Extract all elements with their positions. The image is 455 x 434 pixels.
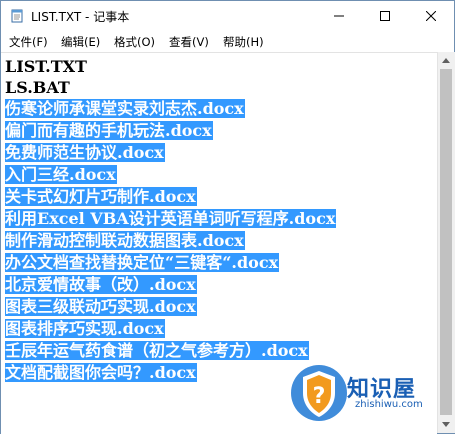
line-text: 免费师范生协议.docx	[5, 143, 165, 162]
text-line: LS.BAT	[5, 77, 70, 98]
line-text: 文档配截图你会吗？.docx	[5, 363, 197, 382]
line-text: LIST.TXT	[5, 57, 87, 76]
text-line-selected: 办公文档查找替换定位“三键客“.docx	[5, 252, 280, 273]
notepad-window: LIST.TXT - 记事本 文件(F) 编辑(E) 格式(O) 查看(V) 帮…	[0, 0, 455, 434]
menu-bar: 文件(F) 编辑(E) 格式(O) 查看(V) 帮助(H)	[1, 31, 454, 51]
line-text: 北京爱情故事（改）.docx	[5, 275, 197, 294]
text-line-selected: 免费师范生协议.docx	[5, 142, 165, 163]
close-button[interactable]	[408, 1, 454, 31]
window-title: LIST.TXT - 记事本	[31, 10, 130, 24]
menu-edit[interactable]: 编辑(E)	[61, 34, 100, 50]
close-icon	[426, 11, 436, 21]
line-text: 办公文档查找替换定位“三键客“.docx	[5, 253, 280, 272]
menu-format[interactable]: 格式(O)	[114, 34, 155, 50]
menu-help[interactable]: 帮助(H)	[223, 34, 264, 50]
line-text: 关卡式幻灯片巧制作.docx	[5, 187, 197, 206]
line-text: 入门三经.docx	[5, 165, 117, 184]
question-shield-icon: ?	[291, 365, 347, 421]
watermark-logo: ? 知识屋 zhishiwu.com	[289, 357, 449, 431]
text-line-selected: 文档配截图你会吗？.docx	[5, 362, 197, 383]
line-text: 利用Excel VBA设计英语单词听写程序.docx	[5, 209, 337, 228]
text-line-selected: 制作滑动控制联动数据图表.docx	[5, 230, 245, 251]
line-text: 偏门而有趣的手机玩法.docx	[5, 121, 213, 140]
text-line-selected: 关卡式幻灯片巧制作.docx	[5, 186, 197, 207]
text-line-selected: 伤寒论师承课堂实录刘志杰.docx	[5, 98, 245, 119]
text-line-selected: 入门三经.docx	[5, 164, 117, 185]
minimize-icon	[334, 15, 344, 17]
text-line-selected: 利用Excel VBA设计英语单词听写程序.docx	[5, 208, 337, 229]
maximize-icon	[380, 11, 390, 21]
text-line-selected: 图表三级联动巧实现.docx	[5, 296, 197, 317]
text-line: LIST.TXT	[5, 56, 87, 77]
line-text: 图表排序巧实现.docx	[5, 319, 165, 338]
menu-view[interactable]: 查看(V)	[169, 34, 209, 50]
text-line-selected: 图表排序巧实现.docx	[5, 318, 165, 339]
title-bar[interactable]: LIST.TXT - 记事本	[1, 1, 454, 31]
scroll-up-arrow-icon[interactable]	[442, 58, 450, 63]
line-text: 图表三级联动巧实现.docx	[5, 297, 197, 316]
svg-text:?: ?	[313, 384, 326, 409]
line-text: LS.BAT	[5, 78, 70, 97]
line-text: 壬辰年运气药食谱（初之气参考方）.docx	[5, 341, 309, 360]
line-text: 制作滑动控制联动数据图表.docx	[5, 231, 245, 250]
text-line-selected: 北京爱情故事（改）.docx	[5, 274, 197, 295]
text-line-selected: 偏门而有趣的手机玩法.docx	[5, 120, 213, 141]
minimize-button[interactable]	[316, 1, 362, 31]
notepad-icon	[11, 9, 23, 23]
line-text: 伤寒论师承课堂实录刘志杰.docx	[5, 99, 245, 118]
text-line-selected: 壬辰年运气药食谱（初之气参考方）.docx	[5, 340, 309, 361]
watermark-url: zhishiwu.com	[355, 399, 423, 410]
maximize-button[interactable]	[362, 1, 408, 31]
menu-file[interactable]: 文件(F)	[9, 34, 48, 50]
